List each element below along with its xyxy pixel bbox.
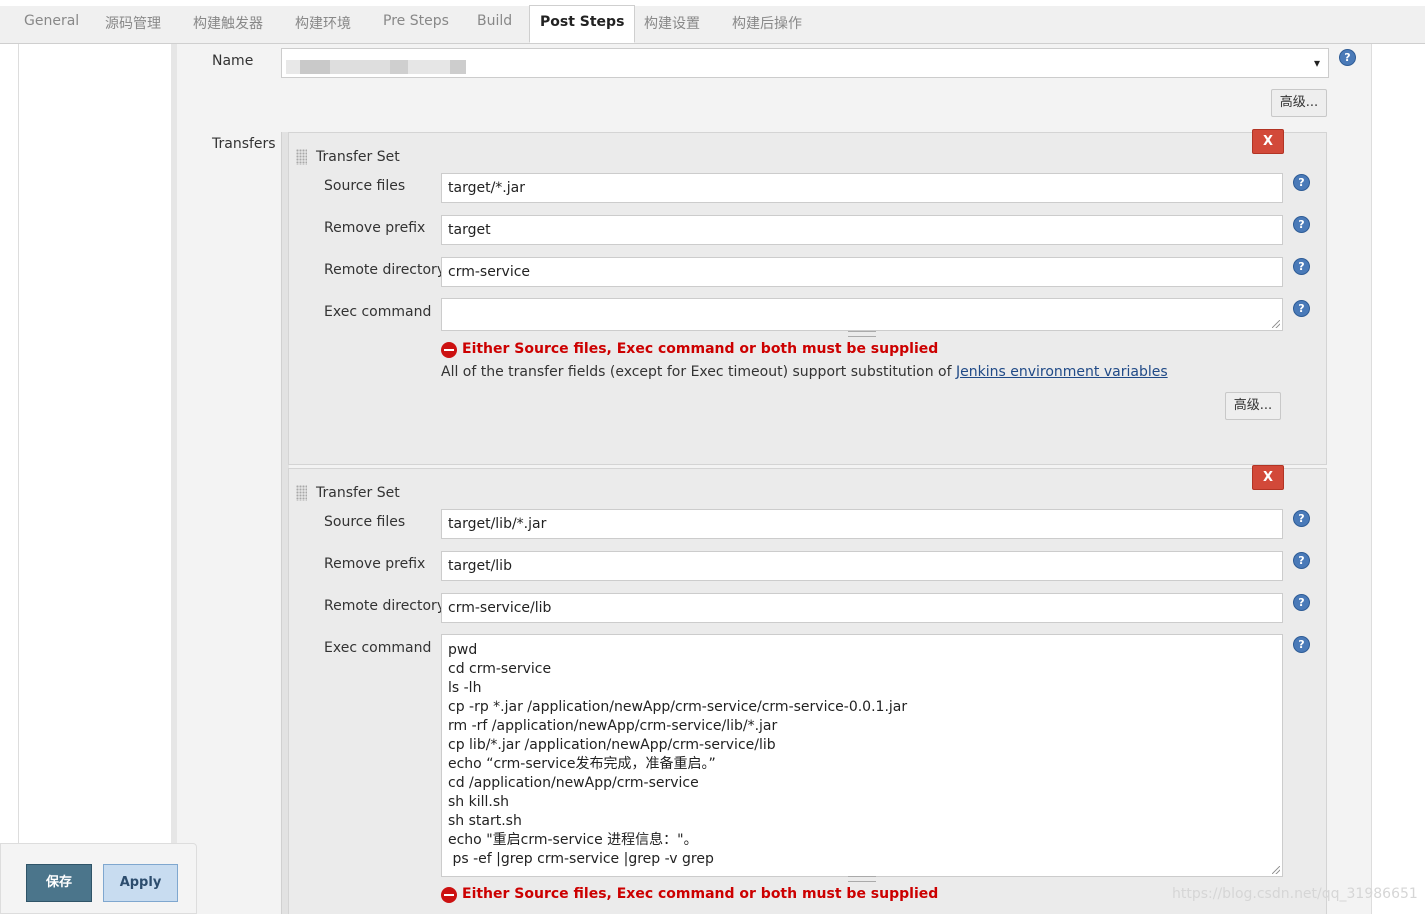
code-line: echo “crm-service发布完成，准备重启。” bbox=[448, 756, 716, 772]
save-button[interactable]: 保存 bbox=[26, 864, 92, 902]
remove-prefix-label: Remove prefix bbox=[324, 556, 426, 572]
remote-directory-label: Remote directory bbox=[324, 598, 446, 614]
help-icon[interactable]: ? bbox=[1293, 552, 1310, 569]
redacted-name-part bbox=[330, 60, 390, 74]
source-files-label: Source files bbox=[324, 514, 406, 530]
jenkins-env-vars-link[interactable]: Jenkins environment variables bbox=[956, 364, 1168, 380]
remove-prefix-input[interactable]: target bbox=[441, 215, 1283, 245]
transfers-label: Transfers bbox=[212, 136, 276, 152]
code-line: sh start.sh bbox=[448, 813, 522, 829]
redacted-name-part bbox=[286, 60, 300, 74]
source-files-input[interactable]: target/*.jar bbox=[441, 173, 1283, 203]
drag-handle-icon[interactable] bbox=[296, 485, 307, 501]
tab-build-environment[interactable]: 构建环境 bbox=[295, 13, 351, 33]
resize-handle[interactable] bbox=[848, 331, 876, 337]
tab-post-steps[interactable]: Post Steps bbox=[529, 5, 636, 43]
redacted-name-part bbox=[300, 60, 330, 74]
error-icon bbox=[441, 887, 457, 903]
help-icon[interactable]: ? bbox=[1293, 216, 1310, 233]
help-icon[interactable]: ? bbox=[1293, 258, 1310, 275]
code-line: pwd bbox=[448, 642, 478, 658]
remove-prefix-input[interactable]: target/lib bbox=[441, 551, 1283, 581]
info-text: All of the transfer fields (except for E… bbox=[441, 364, 1168, 380]
code-line: echo "重启crm-service 进程信息："。 bbox=[448, 832, 698, 848]
help-icon[interactable]: ? bbox=[1293, 510, 1310, 527]
code-line: ps -ef |grep crm-service |grep -v grep bbox=[448, 851, 714, 867]
help-icon[interactable]: ? bbox=[1293, 300, 1310, 317]
tab-build-triggers[interactable]: 构建触发器 bbox=[193, 13, 263, 33]
code-line: cd crm-service bbox=[448, 661, 552, 677]
help-icon[interactable]: ? bbox=[1293, 636, 1310, 653]
drag-handle-icon[interactable] bbox=[296, 149, 307, 165]
delete-transfer-set-button[interactable]: X bbox=[1252, 129, 1284, 154]
exec-command-textarea[interactable] bbox=[441, 298, 1283, 331]
watermark: https://blog.csdn.net/qq_31986651 bbox=[1172, 886, 1418, 902]
code-line: rm -rf /application/newApp/crm-service/l… bbox=[448, 718, 778, 734]
apply-button[interactable]: Apply bbox=[103, 864, 178, 902]
exec-command-textarea[interactable]: pwd cd crm-service ls -lh cp -rp *.jar /… bbox=[441, 634, 1283, 877]
exec-command-label: Exec command bbox=[324, 304, 432, 320]
transfer-set-title: Transfer Set bbox=[316, 149, 400, 165]
resize-corner-icon[interactable] bbox=[1272, 866, 1280, 874]
tab-build-settings[interactable]: 构建设置 bbox=[644, 13, 700, 33]
redacted-name-part bbox=[390, 60, 408, 74]
transfer-set-title: Transfer Set bbox=[316, 485, 400, 501]
name-label: Name bbox=[212, 53, 254, 69]
help-icon[interactable]: ? bbox=[1293, 174, 1310, 191]
chevron-down-icon: ▾ bbox=[1313, 56, 1320, 70]
resize-handle[interactable] bbox=[848, 876, 876, 882]
exec-command-label: Exec command bbox=[324, 640, 432, 656]
advanced-button[interactable]: 高级... bbox=[1271, 89, 1327, 117]
source-files-input[interactable]: target/lib/*.jar bbox=[441, 509, 1283, 539]
error-message: Either Source files, Exec command or bot… bbox=[462, 341, 939, 357]
code-line: cp lib/*.jar /application/newApp/crm-ser… bbox=[448, 737, 776, 753]
code-line: sh kill.sh bbox=[448, 794, 510, 810]
source-files-label: Source files bbox=[324, 178, 406, 194]
remote-directory-label: Remote directory bbox=[324, 262, 446, 278]
remove-prefix-label: Remove prefix bbox=[324, 220, 426, 236]
tab-pre-steps[interactable]: Pre Steps bbox=[383, 13, 449, 29]
redacted-name-part bbox=[450, 60, 466, 74]
code-line: cd /application/newApp/crm-service bbox=[448, 775, 699, 791]
info-text-body: All of the transfer fields (except for E… bbox=[441, 364, 957, 380]
remote-directory-input[interactable]: crm-service bbox=[441, 257, 1283, 287]
advanced-button[interactable]: 高级... bbox=[1225, 392, 1281, 420]
error-message: Either Source files, Exec command or bot… bbox=[462, 886, 939, 902]
error-icon bbox=[441, 342, 457, 358]
tab-build[interactable]: Build bbox=[477, 13, 512, 29]
exec-command-lines: pwd cd crm-service ls -lh cp -rp *.jar /… bbox=[448, 641, 907, 869]
left-panel bbox=[18, 44, 174, 914]
delete-transfer-set-button[interactable]: X bbox=[1252, 465, 1284, 490]
tab-post-build-actions[interactable]: 构建后操作 bbox=[732, 13, 802, 33]
resize-corner-icon[interactable] bbox=[1272, 320, 1280, 328]
code-line: cp -rp *.jar /application/newApp/crm-ser… bbox=[448, 699, 908, 715]
help-icon[interactable]: ? bbox=[1293, 594, 1310, 611]
help-icon[interactable]: ? bbox=[1339, 49, 1356, 66]
tab-source-control[interactable]: 源码管理 bbox=[105, 13, 161, 33]
tab-general[interactable]: General bbox=[24, 13, 79, 29]
redacted-name-part bbox=[408, 60, 450, 74]
remote-directory-input[interactable]: crm-service/lib bbox=[441, 593, 1283, 623]
code-line: ls -lh bbox=[448, 680, 482, 696]
